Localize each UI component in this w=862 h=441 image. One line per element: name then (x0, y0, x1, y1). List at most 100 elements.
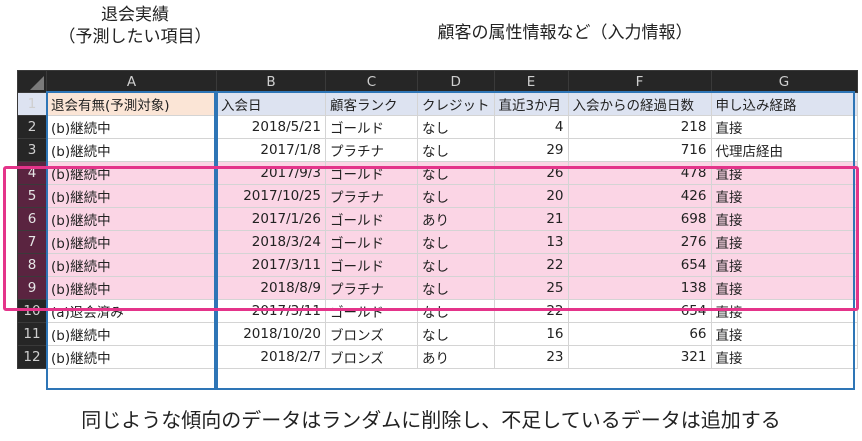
header-cell-recent[interactable]: 直近3か月 (493, 92, 569, 116)
cell-join-date[interactable]: 2017/9/3 (216, 161, 326, 185)
cell-join-date[interactable]: 2017/3/11 (216, 253, 326, 277)
cell-recent[interactable]: 4 (493, 115, 569, 139)
column-header-f[interactable]: F (567, 70, 712, 93)
cell-recent[interactable]: 23 (493, 345, 569, 369)
cell-channel[interactable]: 直接 (710, 276, 858, 300)
cell-rank[interactable]: ゴールド (325, 115, 418, 139)
cell-credit[interactable]: なし (417, 184, 495, 208)
cell-rank[interactable]: ゴールド (325, 207, 418, 231)
cell-channel[interactable]: 直接 (710, 299, 858, 323)
cell-recent[interactable]: 25 (493, 276, 569, 300)
row-number[interactable]: 7 (17, 230, 47, 254)
header-cell-credit[interactable]: クレジット (417, 92, 495, 116)
cell-rank[interactable]: ゴールド (325, 230, 418, 254)
cell-recent[interactable]: 26 (493, 161, 569, 185)
cell-credit[interactable]: なし (417, 115, 495, 139)
cell-churn[interactable]: (b)継続中 (46, 184, 217, 208)
cell-join-date[interactable]: 2018/10/20 (216, 322, 326, 346)
cell-join-date[interactable]: 2017/1/26 (216, 207, 326, 231)
cell-churn[interactable]: (b)継続中 (46, 207, 217, 231)
cell-churn[interactable]: (b)継続中 (46, 115, 217, 139)
cell-rank[interactable]: プラチナ (325, 276, 418, 300)
cell-recent[interactable]: 13 (493, 230, 569, 254)
cell-churn[interactable]: (b)継続中 (46, 276, 217, 300)
row-number[interactable]: 4 (17, 161, 47, 185)
cell-churn[interactable]: (b)継続中 (46, 322, 217, 346)
cell-join-date[interactable]: 2018/8/9 (216, 276, 326, 300)
row-number[interactable]: 12 (17, 345, 47, 369)
header-cell-channel[interactable]: 申し込み経路 (710, 92, 858, 116)
cell-recent[interactable]: 21 (493, 207, 569, 231)
cell-recent[interactable]: 16 (493, 322, 569, 346)
cell-churn[interactable]: (a)退会済み (46, 299, 217, 323)
cell-credit[interactable]: あり (417, 345, 495, 369)
header-cell-churn[interactable]: 退会有無(予測対象) (46, 92, 217, 116)
cell-channel[interactable]: 直接 (710, 230, 858, 254)
cell-join-date[interactable]: 2018/2/7 (216, 345, 326, 369)
cell-channel[interactable]: 直接 (710, 115, 858, 139)
row-number[interactable]: 6 (17, 207, 47, 231)
cell-credit[interactable]: なし (417, 253, 495, 277)
cell-elapsed-days[interactable]: 716 (567, 138, 712, 162)
cell-churn[interactable]: (b)継続中 (46, 230, 217, 254)
row-number[interactable]: 11 (17, 322, 47, 346)
cell-channel[interactable]: 直接 (710, 184, 858, 208)
cell-channel[interactable]: 代理店経由 (710, 138, 858, 162)
header-cell-join-date[interactable]: 入会日 (216, 92, 326, 116)
cell-elapsed-days[interactable]: 426 (567, 184, 712, 208)
cell-recent[interactable]: 29 (493, 138, 569, 162)
cell-credit[interactable]: なし (417, 230, 495, 254)
column-header-g[interactable]: G (710, 70, 858, 93)
cell-elapsed-days[interactable]: 66 (567, 322, 712, 346)
cell-join-date[interactable]: 2017/10/25 (216, 184, 326, 208)
cell-elapsed-days[interactable]: 654 (567, 299, 712, 323)
cell-channel[interactable]: 直接 (710, 161, 858, 185)
cell-elapsed-days[interactable]: 654 (567, 253, 712, 277)
cell-churn[interactable]: (b)継続中 (46, 253, 217, 277)
cell-channel[interactable]: 直接 (710, 322, 858, 346)
column-header-d[interactable]: D (417, 70, 495, 93)
cell-elapsed-days[interactable]: 478 (567, 161, 712, 185)
cell-elapsed-days[interactable]: 698 (567, 207, 712, 231)
cell-rank[interactable]: ゴールド (325, 253, 418, 277)
cell-churn[interactable]: (b)継続中 (46, 345, 217, 369)
cell-recent[interactable]: 22 (493, 299, 569, 323)
select-all-corner[interactable] (17, 70, 47, 93)
cell-credit[interactable]: なし (417, 276, 495, 300)
column-header-e[interactable]: E (493, 70, 569, 93)
cell-credit[interactable]: なし (417, 161, 495, 185)
cell-recent[interactable]: 20 (493, 184, 569, 208)
cell-rank[interactable]: プラチナ (325, 138, 418, 162)
row-number[interactable]: 10 (17, 299, 47, 323)
cell-join-date[interactable]: 2017/1/8 (216, 138, 326, 162)
cell-join-date[interactable]: 2017/3/11 (216, 299, 326, 323)
row-number[interactable]: 8 (17, 253, 47, 277)
cell-channel[interactable]: 直接 (710, 345, 858, 369)
cell-elapsed-days[interactable]: 138 (567, 276, 712, 300)
cell-churn[interactable]: (b)継続中 (46, 161, 217, 185)
spreadsheet-grid[interactable]: A B C D E F G 1 退会有無(予測対象) 入会日 顧客ランク クレジ… (17, 70, 858, 369)
cell-join-date[interactable]: 2018/5/21 (216, 115, 326, 139)
column-header-b[interactable]: B (216, 70, 326, 93)
cell-credit[interactable]: なし (417, 322, 495, 346)
cell-rank[interactable]: ゴールド (325, 299, 418, 323)
cell-elapsed-days[interactable]: 321 (567, 345, 712, 369)
row-number[interactable]: 1 (17, 92, 47, 116)
cell-credit[interactable]: なし (417, 138, 495, 162)
cell-rank[interactable]: プラチナ (325, 184, 418, 208)
row-number[interactable]: 5 (17, 184, 47, 208)
cell-channel[interactable]: 直接 (710, 253, 858, 277)
cell-rank[interactable]: ブロンズ (325, 322, 418, 346)
cell-churn[interactable]: (b)継続中 (46, 138, 217, 162)
cell-credit[interactable]: なし (417, 299, 495, 323)
row-number[interactable]: 2 (17, 115, 47, 139)
cell-recent[interactable]: 22 (493, 253, 569, 277)
header-cell-rank[interactable]: 顧客ランク (325, 92, 418, 116)
cell-rank[interactable]: ブロンズ (325, 345, 418, 369)
cell-elapsed-days[interactable]: 276 (567, 230, 712, 254)
cell-elapsed-days[interactable]: 218 (567, 115, 712, 139)
cell-join-date[interactable]: 2018/3/24 (216, 230, 326, 254)
cell-channel[interactable]: 直接 (710, 207, 858, 231)
row-number[interactable]: 9 (17, 276, 47, 300)
cell-credit[interactable]: あり (417, 207, 495, 231)
